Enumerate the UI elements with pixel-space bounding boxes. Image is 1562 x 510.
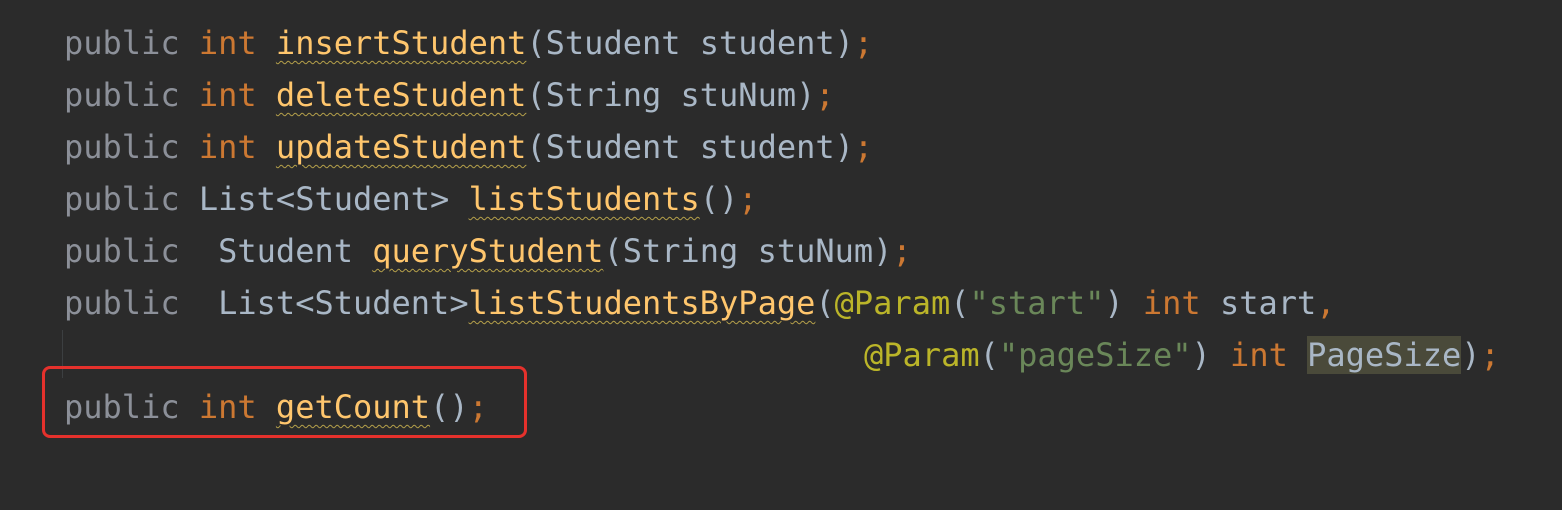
params: Student student [545, 128, 835, 166]
close-paren: ) [834, 24, 854, 62]
highlight-annotation-box [42, 366, 527, 438]
open-paren: ( [526, 76, 546, 114]
annotation: @Param [834, 284, 951, 322]
param-name: start [1219, 284, 1317, 322]
code-line-insert-student[interactable]: public int insertStudent(Student student… [64, 17, 873, 69]
code-editor[interactable]: public int insertStudent(Student student… [0, 0, 1562, 510]
modifier: public [64, 180, 180, 218]
method-name[interactable]: insertStudent [276, 24, 526, 62]
return-type: List<Student> [218, 284, 469, 322]
code-line-query-student[interactable]: public Student queryStudent(String stuNu… [64, 225, 912, 277]
close-paren: ) [1461, 336, 1481, 374]
semicolon: ; [853, 128, 874, 166]
code-line-delete-student[interactable]: public int deleteStudent(String stuNum); [64, 69, 835, 121]
modifier: public [64, 76, 180, 114]
params: String stuNum [622, 232, 874, 270]
open-paren: ( [603, 232, 623, 270]
modifier: public [64, 128, 180, 166]
comma: , [1316, 284, 1336, 322]
annotation-open: ( [950, 284, 970, 322]
method-name[interactable]: deleteStudent [276, 76, 526, 114]
param-name-highlighted[interactable]: PageSize [1307, 336, 1462, 374]
return-type: List<Student> [198, 180, 450, 218]
code-line-list-students[interactable]: public List<Student> listStudents(); [64, 173, 758, 225]
method-name[interactable]: listStudents [469, 180, 700, 218]
code-line-update-student[interactable]: public int updateStudent(Student student… [64, 121, 873, 173]
annotation: @Param [864, 336, 980, 374]
modifier: public [64, 284, 180, 322]
method-name[interactable]: queryStudent [372, 232, 603, 270]
semicolon: ; [892, 232, 912, 270]
annotation-value: "pageSize" [998, 336, 1192, 374]
modifier: public [64, 24, 180, 62]
close-paren: ) [796, 76, 816, 114]
semicolon: ; [1480, 336, 1500, 374]
code-line-list-students-by-page[interactable]: public List<Student>listStudentsByPage(@… [64, 277, 1336, 329]
close-paren: ) [834, 128, 854, 166]
annotation-close: ) [1104, 284, 1124, 322]
return-type: int [198, 76, 257, 114]
params: Student student [545, 24, 835, 62]
open-paren: ( [526, 128, 546, 166]
semicolon: ; [853, 24, 874, 62]
open-paren: ( [815, 284, 835, 322]
annotation-value: "start" [969, 284, 1105, 322]
param-type: int [1142, 284, 1201, 322]
semicolon: ; [815, 76, 835, 114]
code-line-continuation[interactable]: @Param("pageSize") int PageSize); [864, 329, 1500, 381]
return-type: int [198, 128, 257, 166]
param-type: int [1230, 336, 1288, 374]
annotation-open: ( [979, 336, 999, 374]
close-paren: ) [873, 232, 893, 270]
open-paren: ( [526, 24, 546, 62]
method-name[interactable]: updateStudent [276, 128, 526, 166]
method-name[interactable]: listStudentsByPage [469, 284, 816, 322]
parens: () [699, 180, 739, 218]
modifier: public [64, 232, 180, 270]
params: String stuNum [545, 76, 797, 114]
semicolon: ; [738, 180, 758, 218]
annotation-close: ) [1191, 336, 1211, 374]
return-type: Student [218, 232, 353, 270]
return-type: int [198, 24, 257, 62]
